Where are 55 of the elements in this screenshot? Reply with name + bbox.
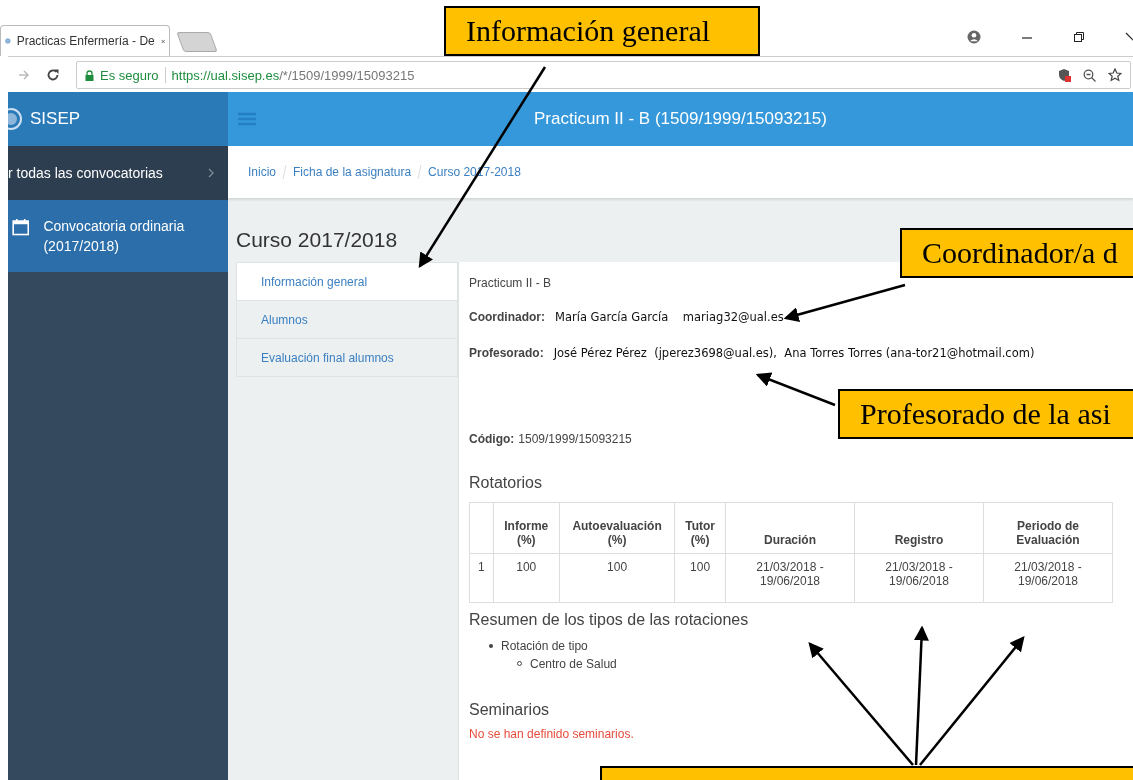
coordinator-value: María García García mariag32@ual.es [555, 310, 784, 324]
table-cell: 21/03/2018 - 19/06/2018 [854, 553, 984, 603]
list-item: Centro de Salud [517, 657, 617, 671]
browser-tab[interactable]: Practicas Enfermería - De [0, 25, 170, 56]
page-title: Practicum II - B (1509/1999/15093215) [533, 109, 828, 129]
callout-box: Información general [444, 6, 760, 56]
code-value: 1509/1999/15093215 [518, 432, 632, 446]
address-bar[interactable]: Es seguro https://ual.sisep.es/*/1509/1999/15093215 [76, 61, 1131, 89]
breadcrumb-link[interactable]: Inicio [248, 165, 276, 179]
shield-icon[interactable] [1058, 68, 1071, 82]
section-title: Rotatorios [469, 474, 543, 492]
column-header: Periodo de Evaluación [983, 502, 1113, 554]
teachers-label: Profesorado: [469, 346, 544, 360]
section-tab[interactable]: Información general [236, 262, 458, 300]
table-cell: 21/03/2018 - 19/06/2018 [983, 553, 1113, 603]
empty-message: No se han definido seminarios. [469, 727, 635, 741]
logo-icon [8, 108, 22, 130]
teachers-value: José Pérez Pérez (jperez3698@ual.es), Ana Torres Torres (ana-tor21@hotmail.com) [553, 346, 1035, 360]
table-cell: 1 [469, 553, 494, 603]
url-text: https://ual.sisep.es/*/1509/1999/15093215 [171, 67, 415, 83]
account-icon[interactable] [967, 30, 981, 44]
sidebar-item[interactable]: r todas las convocatorias [8, 146, 228, 200]
column-header: Autoevaluación (%) [559, 502, 675, 554]
breadcrumb-link[interactable]: Ficha de la asignatura [293, 165, 412, 179]
column-header: Informe (%) [493, 502, 560, 554]
zoom-out-icon[interactable] [1083, 68, 1096, 82]
table-cell: 21/03/2018 - 19/06/2018 [725, 553, 855, 603]
close-icon[interactable] [1125, 31, 1133, 43]
callout-box: Coordinador/a d [900, 228, 1133, 278]
list-item: Rotación de tipo [489, 639, 588, 653]
brand-name: SISEP [30, 109, 81, 129]
section-title: Resumen de los tipos de las rotaciones [469, 611, 750, 629]
sidebar-item[interactable]: Convocatoria ordinaria (2017/2018) [8, 200, 228, 272]
course-heading: Curso 2017/2018 [236, 228, 399, 252]
subject-name: Practicum II - B [469, 276, 552, 290]
chevron-icon [208, 168, 214, 178]
reload-icon[interactable] [46, 68, 60, 82]
callout-box: Profesorado de la asi [838, 389, 1133, 439]
globe-icon [5, 35, 11, 47]
table-cell: 100 [559, 553, 675, 603]
column-header: Tutor (%) [674, 502, 726, 554]
table-cell: 100 [674, 553, 726, 603]
restore-icon[interactable] [1073, 31, 1085, 43]
security-label: Es seguro [100, 67, 159, 83]
column-header: Registro [854, 502, 984, 554]
column-header: Duración [725, 502, 855, 554]
table-cell: 100 [493, 553, 560, 603]
coordinator-label: Coordinador: [469, 310, 545, 324]
section-title: Seminarios [469, 701, 551, 719]
star-icon[interactable] [1108, 68, 1122, 82]
calendar-icon [12, 216, 30, 238]
code-label: Código: [469, 432, 515, 446]
section-tab[interactable]: Alumnos [236, 300, 458, 338]
lock-icon [85, 69, 94, 81]
section-tab[interactable]: Evaluación final alumnos [236, 338, 458, 377]
